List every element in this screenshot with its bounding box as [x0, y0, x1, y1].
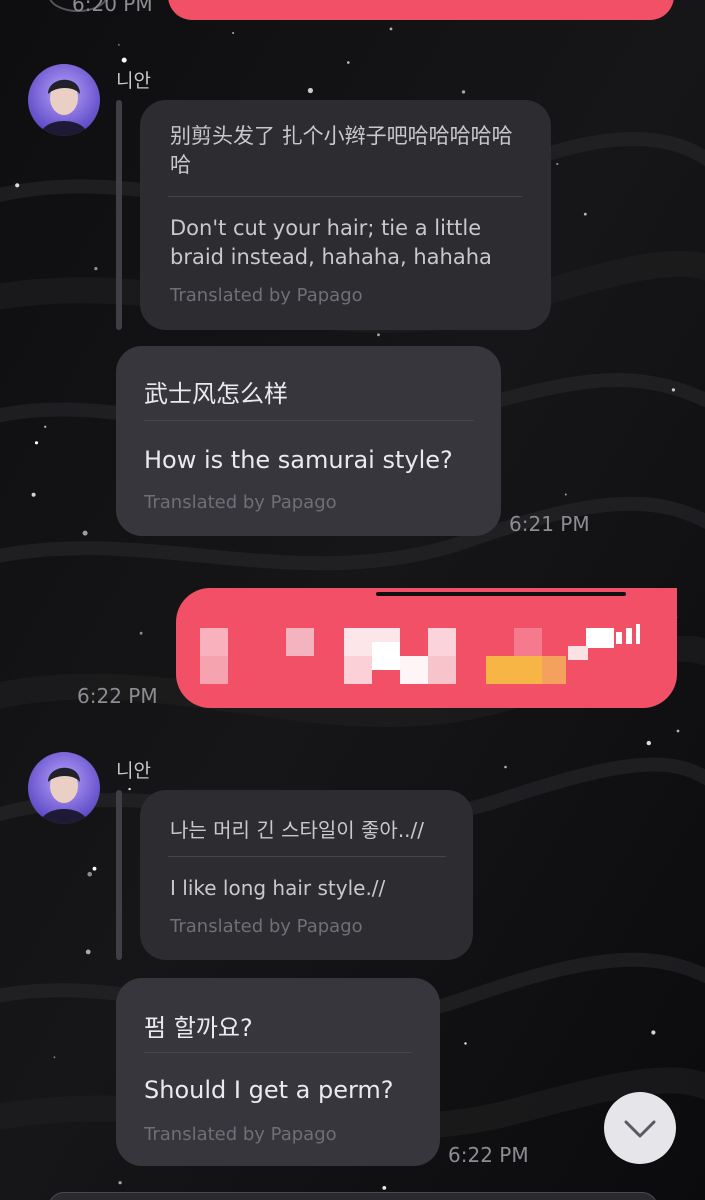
- star: [92, 866, 97, 871]
- message-time: 6:20 PM: [72, 0, 153, 16]
- scroll-to-bottom-button[interactable]: [604, 1092, 676, 1164]
- translation-credit: Translated by Papago: [144, 492, 337, 513]
- star: [583, 212, 587, 216]
- star: [382, 1186, 387, 1190]
- star: [347, 61, 350, 64]
- avatar[interactable]: [28, 752, 100, 824]
- translated-text: How is the samurai style?: [144, 446, 453, 474]
- message-time: 6:21 PM: [509, 512, 590, 536]
- star: [651, 1030, 656, 1035]
- star: [128, 787, 131, 791]
- star: [121, 57, 127, 63]
- star: [504, 765, 507, 769]
- translation-credit: Translated by Papago: [144, 1124, 337, 1145]
- star: [31, 492, 36, 497]
- star: [53, 1056, 56, 1059]
- star: [671, 388, 676, 392]
- translation-credit: Translated by Papago: [170, 916, 363, 937]
- outgoing-message-bubble[interactable]: [176, 588, 677, 708]
- star: [377, 333, 380, 337]
- star: [556, 162, 559, 166]
- original-text: 나는 머리 긴 스타일이 좋아..//: [170, 818, 425, 842]
- star: [15, 183, 20, 188]
- divider: [168, 196, 522, 197]
- user-avatar-photo: [28, 64, 100, 136]
- divider: [144, 420, 474, 421]
- thread-line: [116, 790, 122, 960]
- star: [676, 729, 680, 733]
- message-bubble[interactable]: 펌 할까요? Should I get a perm? Translated b…: [116, 978, 440, 1166]
- star: [564, 493, 567, 496]
- message-time: 6:22 PM: [448, 1143, 529, 1167]
- star: [139, 631, 143, 635]
- star: [82, 530, 88, 536]
- star: [232, 32, 235, 34]
- avatar[interactable]: [28, 64, 100, 136]
- star: [44, 425, 47, 428]
- thread-line: [116, 100, 122, 330]
- message-bubble[interactable]: 别剪头发了 扎个小辫子吧哈哈哈哈哈哈 Don't cut your hair; …: [140, 100, 551, 330]
- star: [118, 1181, 122, 1185]
- sender-name: 니안: [116, 760, 151, 782]
- message-bubble[interactable]: 나는 머리 긴 스타일이 좋아..// I like long hair sty…: [140, 790, 473, 960]
- divider: [168, 856, 446, 857]
- translated-text: Should I get a perm?: [144, 1076, 394, 1104]
- original-text: 武士风怎么样: [144, 380, 288, 408]
- message-time: 6:22 PM: [77, 684, 158, 708]
- message-bubble[interactable]: 武士风怎么样 How is the samurai style? Transla…: [116, 346, 501, 536]
- star: [464, 1042, 467, 1045]
- star: [118, 44, 120, 46]
- star: [34, 441, 39, 445]
- star: [85, 949, 91, 955]
- user-avatar-photo: [28, 752, 100, 824]
- translated-text: I like long hair style.//: [170, 876, 386, 900]
- message-input-bar[interactable]: [48, 1192, 658, 1200]
- star: [94, 267, 98, 271]
- original-text: 펌 할까요?: [144, 1014, 253, 1042]
- original-text: 别剪头发了 扎个小辫子吧哈哈哈哈哈哈: [170, 124, 513, 177]
- translation-credit: Translated by Papago: [170, 285, 363, 306]
- star: [646, 740, 651, 746]
- chat-screen: 6:20 PM 니안 别剪头发了 扎个小辫子吧哈哈哈哈哈哈 Don't cut …: [0, 0, 705, 1200]
- star: [389, 27, 393, 31]
- star: [307, 87, 313, 94]
- divider: [144, 1052, 412, 1053]
- star: [461, 90, 466, 94]
- star: [87, 871, 92, 877]
- chevron-down-icon: [624, 1120, 656, 1138]
- sender-name: 니안: [116, 70, 151, 92]
- previous-outgoing-bubble[interactable]: [168, 0, 674, 20]
- translated-text: Don't cut your hair; tie a little braid …: [170, 216, 492, 269]
